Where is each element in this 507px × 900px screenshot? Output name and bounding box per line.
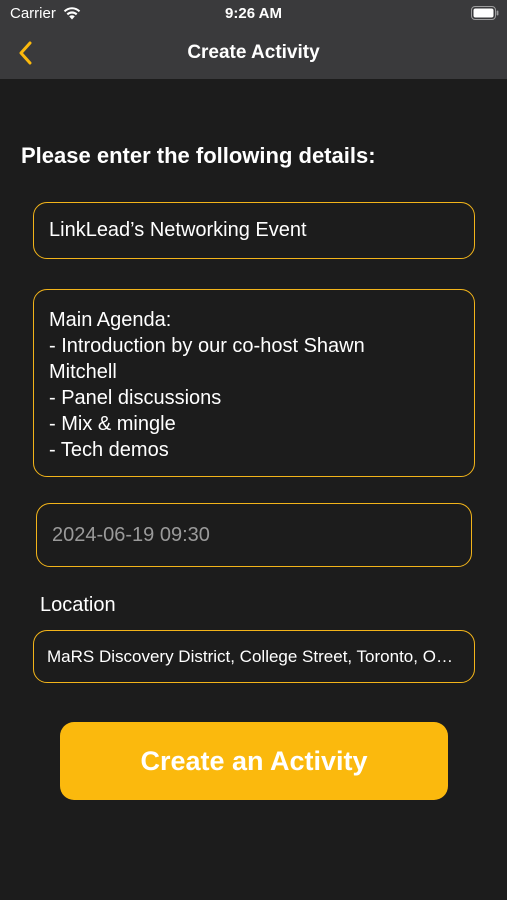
agenda-line: - Panel discussions: [49, 387, 222, 409]
location-label: Location: [40, 594, 116, 616]
date-time-picker[interactable]: 2024-06-19 09:30: [36, 503, 472, 567]
status-time: 9:26 AM: [225, 5, 282, 22]
agenda-line: - Introduction by our co-host Shawn: [49, 335, 365, 357]
agenda-line: Main Agenda:: [49, 309, 172, 331]
activity-title-input[interactable]: LinkLead’s Networking Event: [33, 202, 475, 259]
create-activity-button[interactable]: Create an Activity: [60, 722, 448, 800]
date-time-value: 2024-06-19 09:30: [52, 523, 210, 546]
agenda-line: Mitchell: [49, 361, 117, 383]
activity-description-textarea[interactable]: Main Agenda: - Introduction by our co-ho…: [33, 289, 475, 477]
location-value: MaRS Discovery District, College Street,…: [47, 646, 461, 666]
activity-title-value: LinkLead’s Networking Event: [49, 219, 307, 241]
status-bar: Carrier 9:26 AM: [0, 0, 507, 28]
page-title: Create Activity: [187, 42, 320, 63]
top-bar: Carrier 9:26 AM Create Activity: [0, 0, 507, 79]
agenda-line: - Mix & mingle: [49, 413, 176, 435]
create-activity-screen: Carrier 9:26 AM Create Activity Please e…: [0, 0, 507, 900]
agenda-line: - Tech demos: [49, 439, 169, 461]
navigation-bar: Create Activity: [0, 28, 507, 79]
location-input[interactable]: MaRS Discovery District, College Street,…: [33, 630, 475, 683]
form-heading: Please enter the following details:: [21, 143, 376, 168]
battery-icon: [471, 6, 499, 20]
